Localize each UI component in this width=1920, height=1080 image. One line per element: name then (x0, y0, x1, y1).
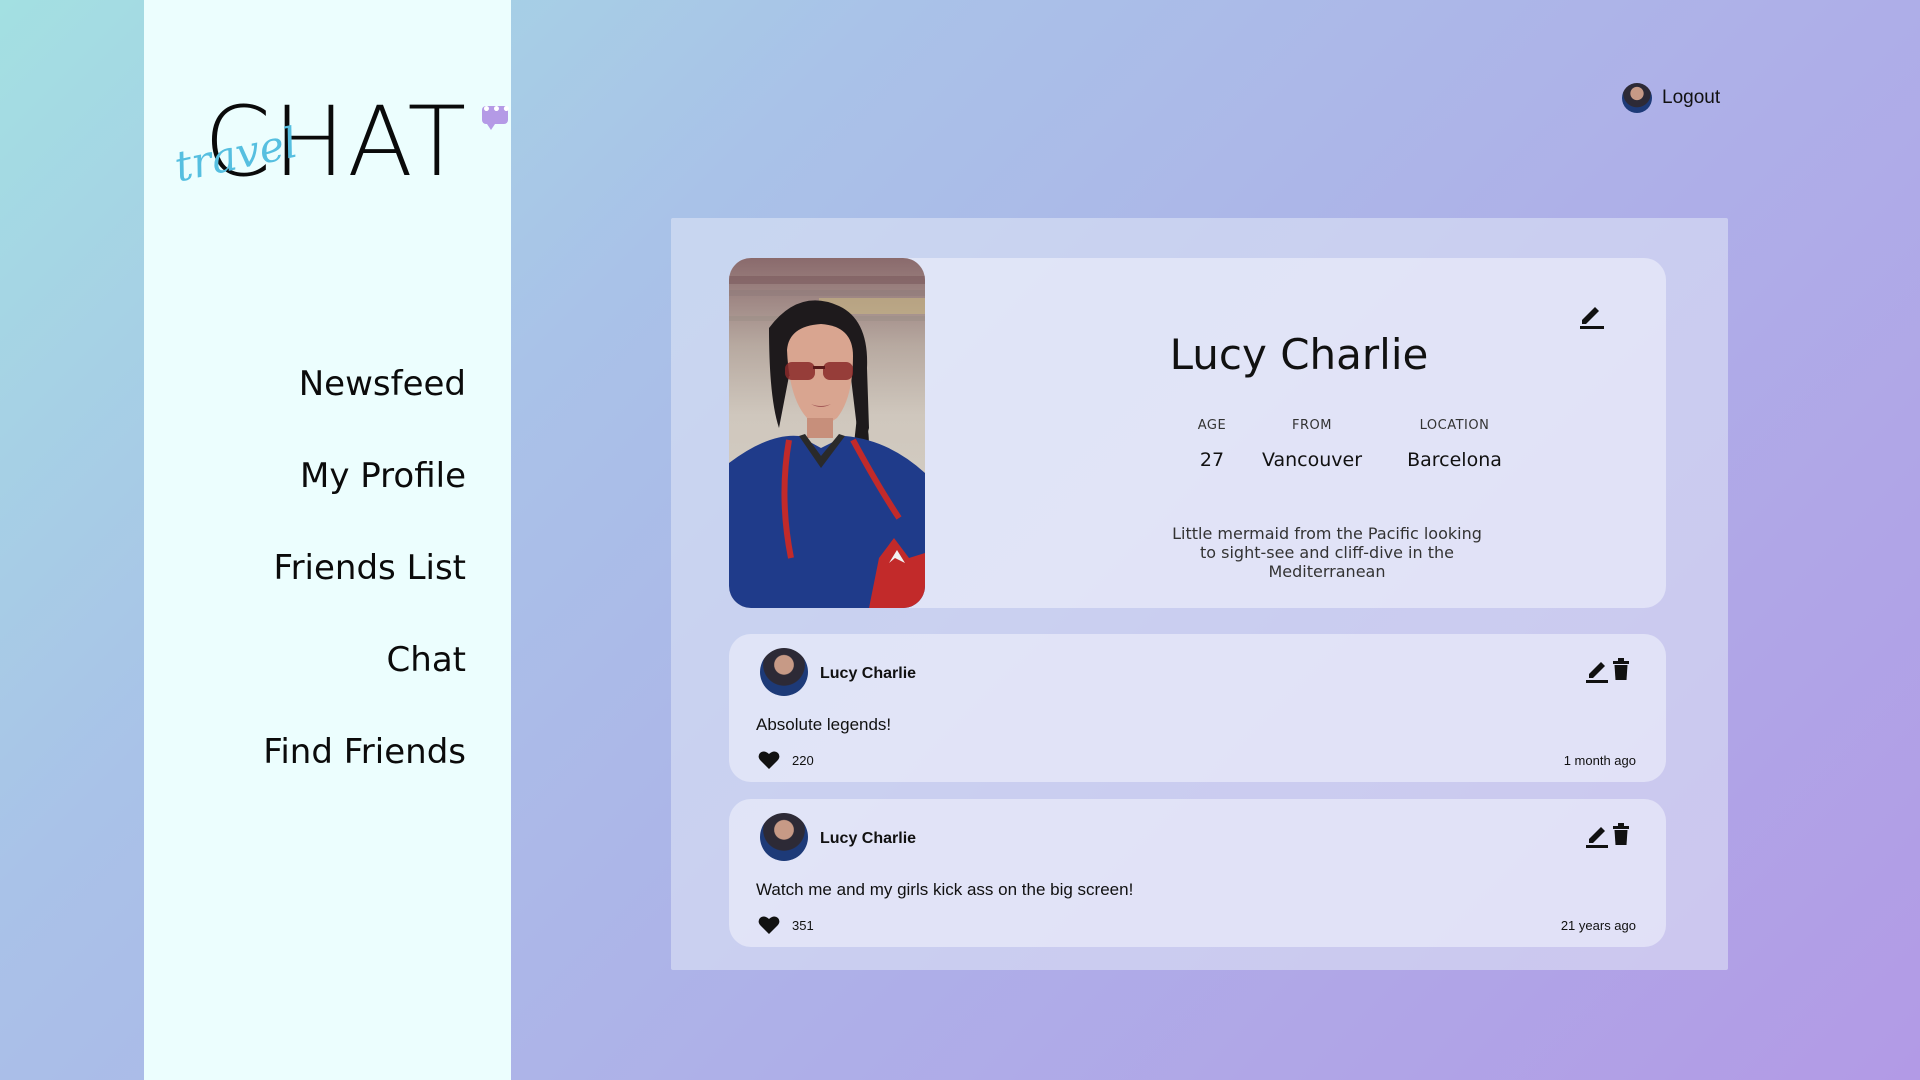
nav-item-my-profile[interactable]: My Profile (263, 450, 466, 542)
stat-location-label: LOCATION (1419, 418, 1490, 433)
profile-panel: Lucy Charlie AGE 27 FROM Vancouver LOCAT… (671, 218, 1728, 970)
user-avatar (1622, 83, 1652, 113)
stat-from-value: Vancouver (1261, 449, 1363, 471)
nav-item-find-friends[interactable]: Find Friends (263, 726, 466, 818)
post-author-name[interactable]: Lucy Charlie (820, 665, 916, 683)
stat-location-value: Barcelona (1407, 449, 1502, 471)
delete-post-trash-icon[interactable] (1612, 658, 1630, 680)
edit-post-pencil-icon[interactable] (1584, 656, 1610, 684)
like-count: 220 (792, 753, 814, 768)
post-card: Lucy Charlie Absolute legends! 220 1 mon… (729, 634, 1666, 782)
profile-card: Lucy Charlie AGE 27 FROM Vancouver LOCAT… (729, 258, 1666, 608)
post-author-avatar[interactable] (760, 648, 808, 696)
heart-icon[interactable] (758, 915, 780, 935)
post-timestamp: 1 month ago (1563, 753, 1636, 768)
stat-age-label: AGE (1197, 418, 1227, 433)
profile-stats: AGE 27 FROM Vancouver LOCATION Barcelona (1182, 418, 1527, 471)
post-timestamp: 21 years ago (1560, 918, 1636, 933)
post-text: Watch me and my girls kick ass on the bi… (756, 880, 1134, 899)
post-author-avatar[interactable] (760, 813, 808, 861)
profile-name: Lucy Charlie (1169, 330, 1429, 379)
post-text: Absolute legends! (756, 715, 892, 734)
nav-item-chat[interactable]: Chat (263, 634, 466, 726)
edit-post-pencil-icon[interactable] (1584, 821, 1610, 849)
app-logo[interactable]: CHAT travel ••• (170, 89, 511, 200)
stat-from: FROM Vancouver (1242, 418, 1382, 471)
sidebar: CHAT travel ••• Newsfeed My Profile Frie… (144, 0, 511, 1080)
profile-photo (729, 258, 925, 608)
stat-from-label: FROM (1292, 418, 1332, 433)
logout-button[interactable]: Logout (1622, 83, 1720, 113)
nav-item-newsfeed[interactable]: Newsfeed (263, 358, 466, 450)
stat-location: LOCATION Barcelona (1382, 418, 1527, 471)
chat-bubble-icon: ••• (482, 102, 511, 130)
profile-bio: Little mermaid from the Pacific looking … (1172, 524, 1482, 581)
like-count: 351 (792, 918, 814, 933)
edit-profile-pencil-icon[interactable] (1576, 300, 1606, 330)
logout-label: Logout (1662, 87, 1721, 108)
main-nav: Newsfeed My Profile Friends List Chat Fi… (263, 358, 466, 818)
post-author-name[interactable]: Lucy Charlie (820, 830, 916, 848)
nav-item-friends-list[interactable]: Friends List (263, 542, 466, 634)
delete-post-trash-icon[interactable] (1612, 823, 1630, 845)
heart-icon[interactable] (758, 750, 780, 770)
post-card: Lucy Charlie Watch me and my girls kick … (729, 799, 1666, 947)
stat-age: AGE 27 (1182, 418, 1242, 471)
stat-age-value: 27 (1199, 449, 1225, 471)
